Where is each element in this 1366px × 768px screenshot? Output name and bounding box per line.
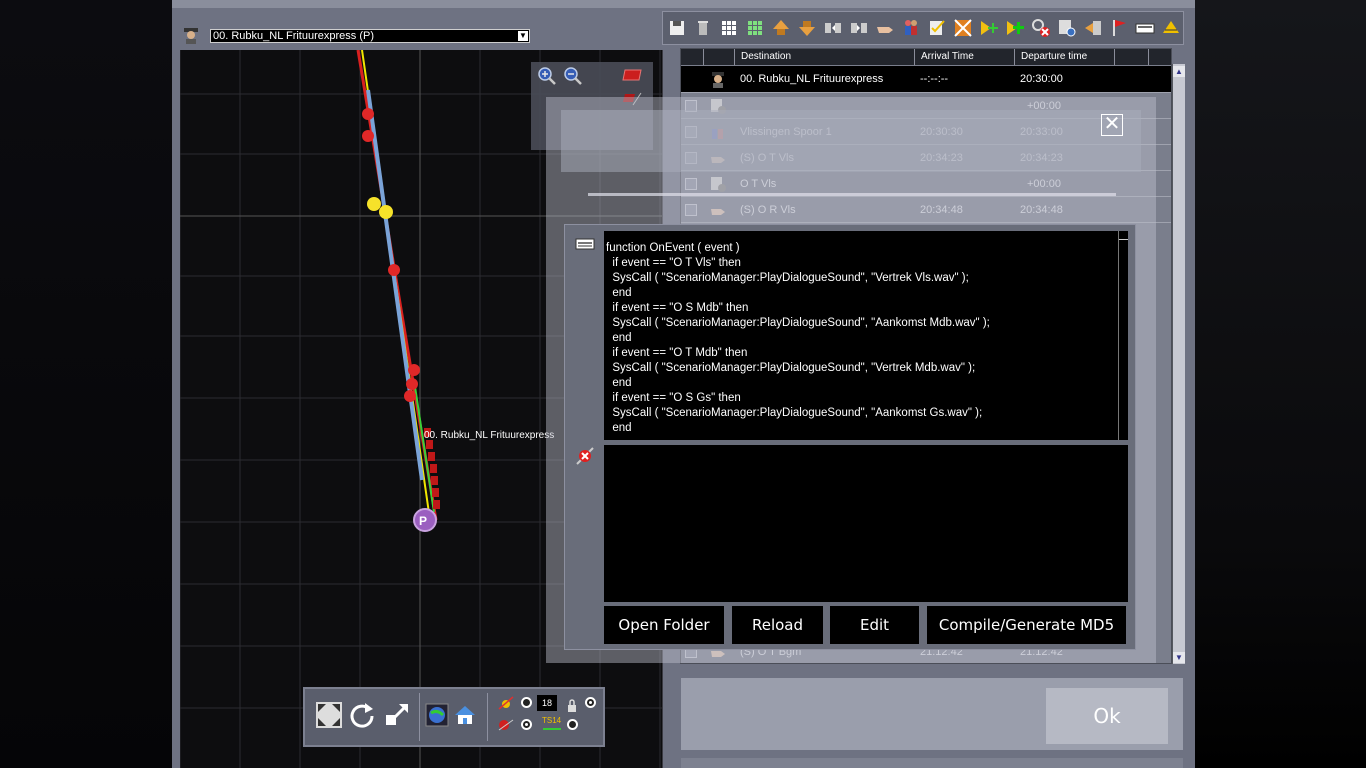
service-selector[interactable]: 00. Rubku_NL Frituurexpress (P) ▼ — [180, 24, 532, 46]
column-separator — [703, 49, 704, 65]
scroll-up-icon[interactable]: ▲ — [1173, 66, 1185, 77]
home-icon[interactable] — [453, 703, 477, 727]
driver-icon — [712, 72, 724, 88]
code-scrollbar[interactable] — [1118, 231, 1128, 440]
split-icon[interactable] — [823, 18, 843, 38]
trash-icon[interactable] — [693, 18, 713, 38]
reload-button[interactable]: Reload — [732, 606, 823, 644]
timetable-row[interactable]: 00. Rubku_NL Frituurexpress --:--:-- 20:… — [681, 66, 1171, 93]
option-radio[interactable] — [521, 719, 532, 730]
rotate-icon[interactable] — [349, 701, 377, 729]
ok-button[interactable]: Ok — [1046, 688, 1168, 744]
column-arrival[interactable]: Arrival Time — [921, 51, 974, 62]
search-cancel-icon[interactable] — [1031, 18, 1051, 38]
column-separator — [914, 49, 915, 65]
route-marker — [406, 378, 418, 390]
column-separator — [1148, 49, 1149, 65]
zoom-out-icon[interactable] — [563, 66, 583, 86]
driver-avatar-icon — [184, 28, 198, 44]
route-marker — [362, 130, 374, 142]
route-marker-yellow — [379, 205, 393, 219]
people-icon[interactable] — [901, 18, 921, 38]
column-separator — [734, 49, 735, 65]
open-folder-button[interactable]: Open Folder — [604, 606, 724, 644]
ts-icon: TS14 — [542, 716, 562, 730]
route-marker — [404, 390, 416, 402]
bottom-toolbar: 18 TS14 — [303, 687, 605, 747]
timetable-header: Destination Arrival Time Departure time — [681, 49, 1171, 65]
route-marker — [362, 108, 374, 120]
globe-icon[interactable] — [425, 703, 449, 727]
column-departure[interactable]: Departure time — [1021, 51, 1087, 62]
option-radio[interactable] — [585, 697, 596, 708]
service-dropdown-value: 00. Rubku_NL Frituurexpress (P) — [213, 30, 374, 42]
add-yellow-icon[interactable] — [979, 18, 999, 38]
track-icon[interactable] — [1161, 18, 1181, 38]
scroll-down-icon[interactable]: ▼ — [1173, 652, 1185, 663]
map-train-label: 00. Rubku_NL Frituurexpress — [424, 430, 555, 441]
script-code: function OnEvent ( event ) if event == "… — [606, 242, 990, 434]
option-radio[interactable] — [567, 719, 578, 730]
chevron-down-icon[interactable]: ▼ — [518, 31, 528, 41]
row-departure: 20:30:00 — [1020, 73, 1063, 85]
settings-icon[interactable] — [1057, 18, 1077, 38]
route-line-blue — [366, 89, 424, 481]
script-output — [604, 445, 1128, 602]
toolbar-separator — [487, 693, 488, 741]
keyboard-icon[interactable] — [1135, 18, 1155, 38]
row-destination: 00. Rubku_NL Frituurexpress — [740, 73, 884, 85]
route-marker-yellow — [367, 197, 381, 211]
column-separator — [1114, 49, 1115, 65]
hand-icon[interactable] — [875, 18, 895, 38]
background-right — [1195, 0, 1366, 768]
grid-green-icon[interactable] — [745, 18, 765, 38]
service-dropdown[interactable]: 00. Rubku_NL Frituurexpress (P) ▼ — [210, 29, 530, 43]
eraser-icon[interactable] — [621, 68, 643, 82]
move-down-icon[interactable] — [797, 18, 817, 38]
column-destination[interactable]: Destination — [741, 51, 791, 62]
toolbar-separator — [419, 693, 420, 741]
export-icon[interactable] — [1083, 18, 1103, 38]
row-arrival: --:--:-- — [920, 73, 949, 85]
fullscreen-icon[interactable] — [315, 701, 343, 729]
rail-icon — [498, 719, 514, 731]
background-left — [0, 0, 172, 768]
flag-icon[interactable] — [1109, 18, 1129, 38]
timetable-scrollbar[interactable]: ▲ ▼ — [1172, 64, 1185, 664]
save-icon[interactable] — [667, 18, 687, 38]
close-icon[interactable]: ✕ — [1101, 114, 1123, 136]
counter-value: 18 — [537, 695, 557, 711]
edit-button[interactable]: Edit — [830, 606, 919, 644]
option-radio[interactable] — [521, 697, 532, 708]
svg-text:TS14: TS14 — [542, 716, 562, 725]
checklist-icon[interactable] — [927, 18, 947, 38]
script-code-editor[interactable]: function OnEvent ( event ) if event == "… — [604, 231, 1128, 440]
overlay-slider — [588, 193, 1116, 196]
move-up-icon[interactable] — [771, 18, 791, 38]
merge-icon[interactable] — [849, 18, 869, 38]
resize-icon[interactable] — [383, 701, 411, 729]
overlay-header — [561, 110, 1141, 172]
sun-icon — [498, 696, 514, 710]
lock-icon — [568, 699, 576, 712]
compile-button[interactable]: Compile/Generate MD5 — [927, 606, 1126, 644]
error-icon — [576, 447, 594, 465]
bottom-strip — [681, 758, 1183, 768]
route-marker — [408, 364, 420, 376]
add-green-icon[interactable] — [1005, 18, 1025, 38]
zoom-in-icon[interactable] — [537, 66, 557, 86]
svg-text:P: P — [419, 514, 427, 528]
top-strip — [172, 0, 1195, 8]
route-marker — [388, 264, 400, 276]
column-separator — [1014, 49, 1015, 65]
top-toolbar — [662, 11, 1184, 45]
grid-icon[interactable] — [719, 18, 739, 38]
crossing-icon[interactable] — [953, 18, 973, 38]
keyboard-icon — [575, 238, 595, 250]
